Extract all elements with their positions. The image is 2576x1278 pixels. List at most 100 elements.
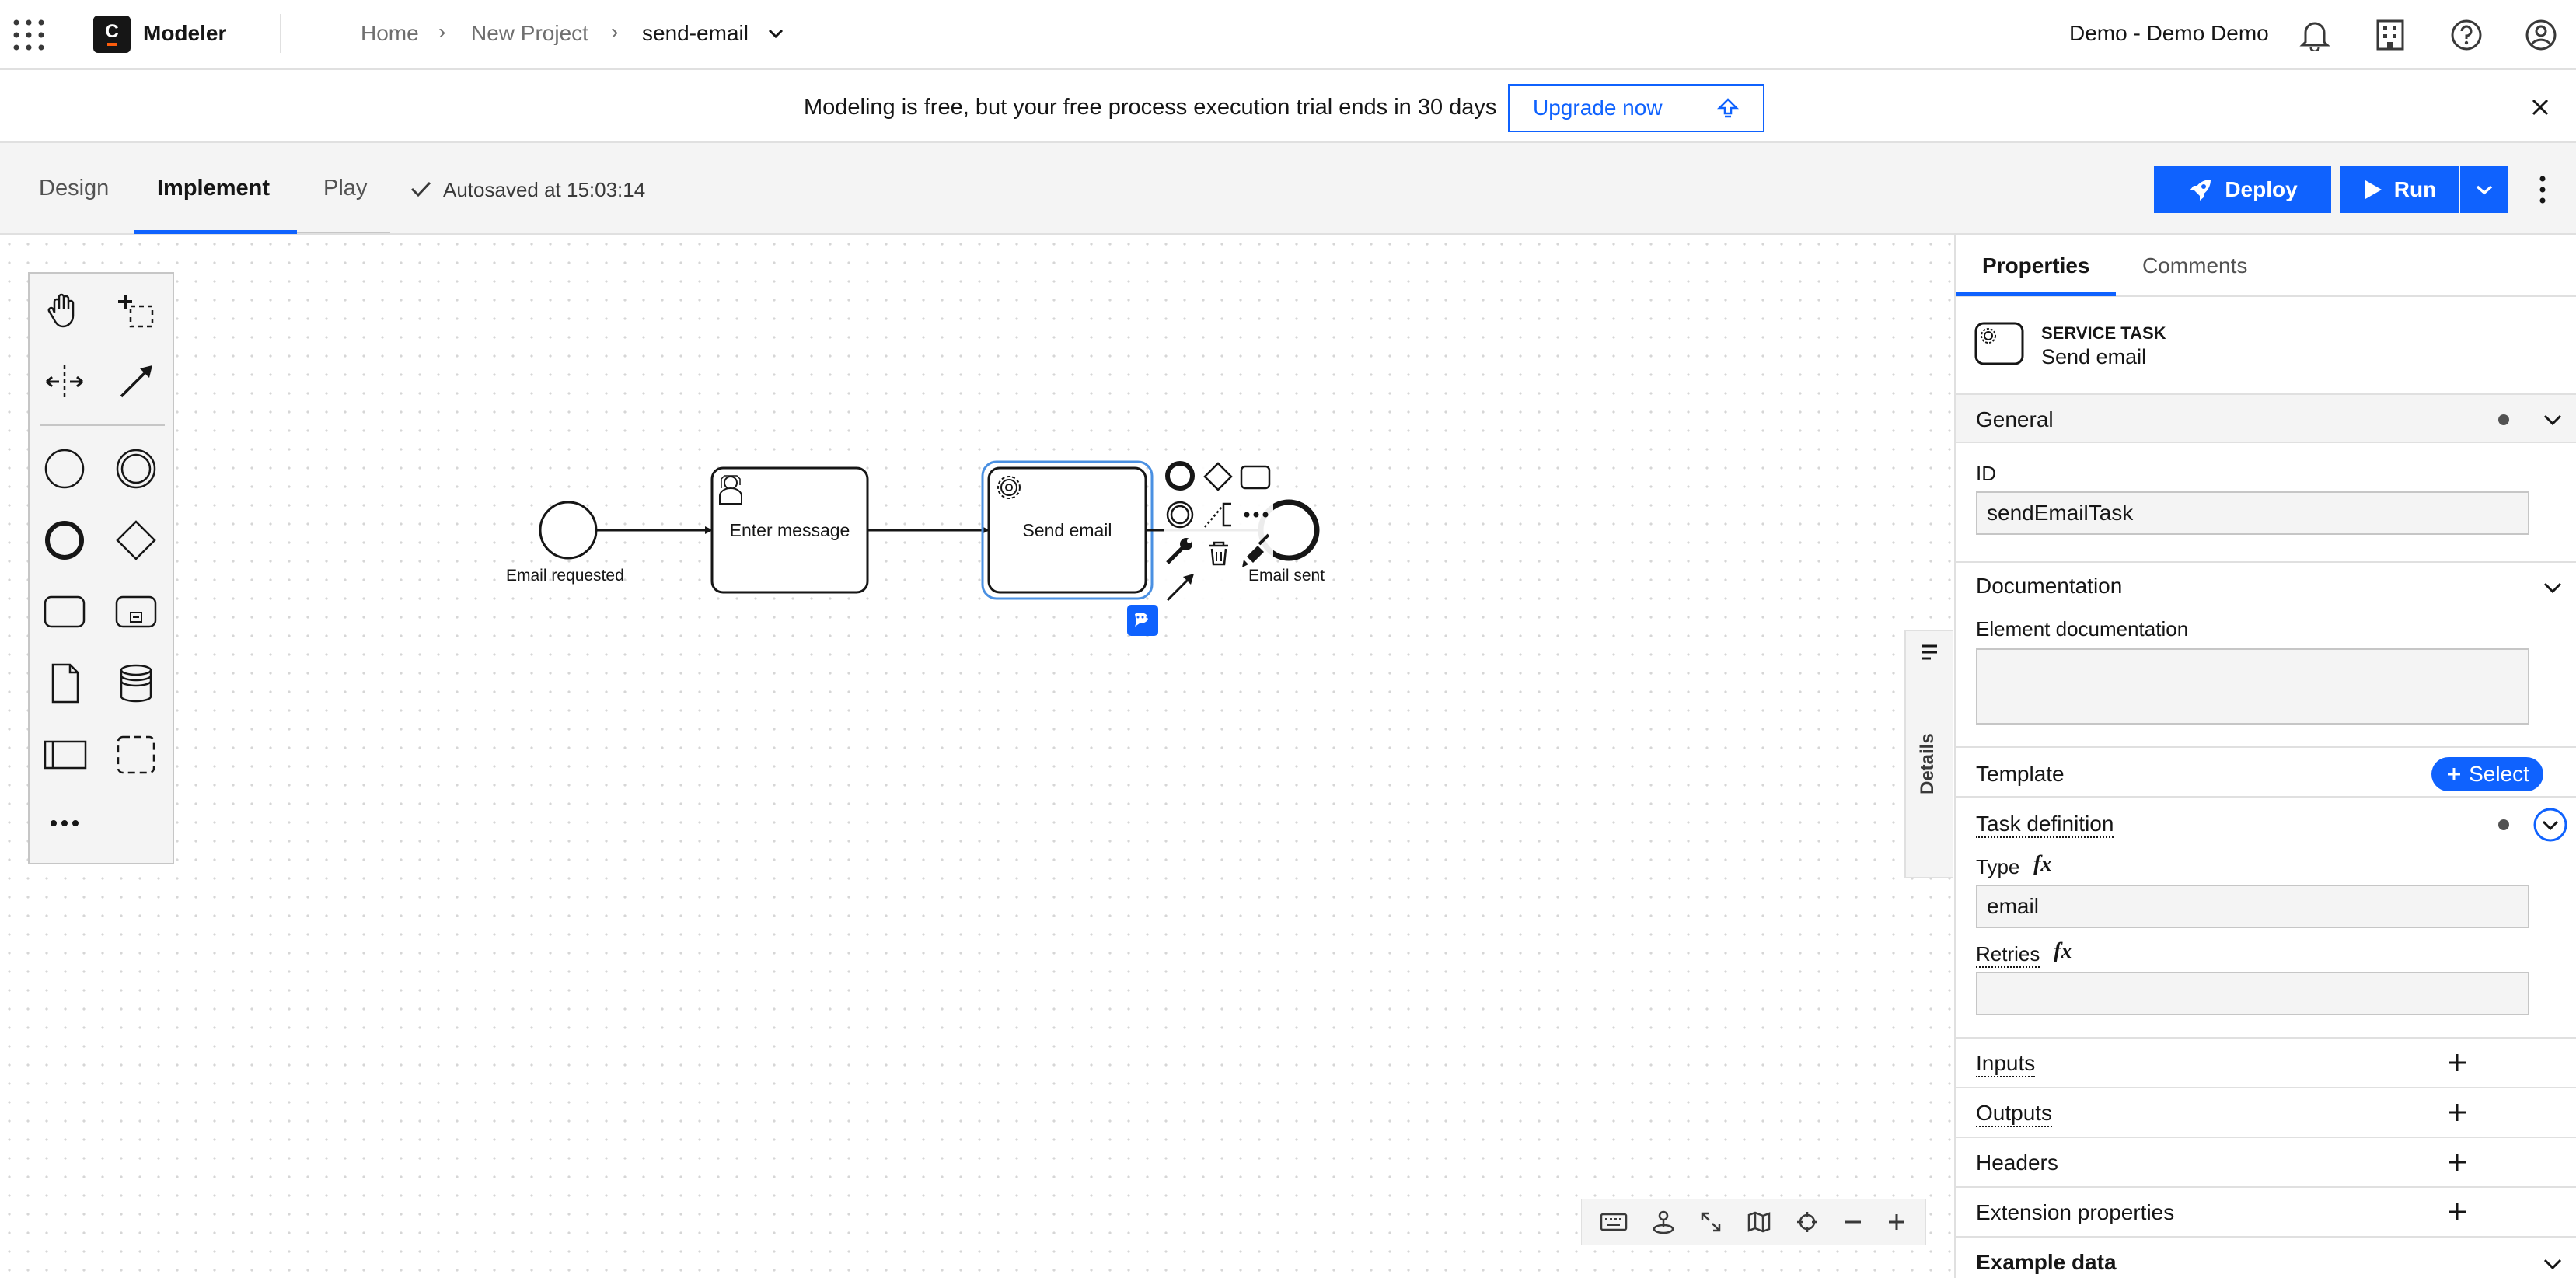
more-options-icon[interactable] (1244, 512, 1269, 518)
example-data-section[interactable]: Example data (1956, 1236, 2576, 1278)
breadcrumb-separator: › (611, 19, 619, 44)
outputs-section[interactable]: Outputs (1956, 1087, 2576, 1137)
general-header[interactable]: General (1956, 395, 2576, 443)
run-button[interactable]: Run (2340, 166, 2459, 213)
chevron-down-icon[interactable] (2543, 414, 2562, 426)
more-elements-icon[interactable] (44, 818, 86, 829)
close-banner-icon[interactable] (2531, 98, 2550, 117)
keyboard-icon[interactable] (1600, 1212, 1628, 1232)
run-label: Run (2393, 177, 2437, 201)
autosave-status: Autosaved at 15:03:14 (443, 178, 646, 201)
comment-badge-icon[interactable] (1127, 605, 1158, 636)
run-options-button[interactable] (2460, 166, 2508, 213)
type-fx-icon[interactable]: fx (2033, 852, 2051, 877)
add-icon[interactable] (2447, 1102, 2467, 1123)
element-name: Send email (2041, 345, 2147, 368)
end-event-label[interactable]: Email sent (1248, 567, 1325, 585)
organization-icon[interactable] (2375, 19, 2405, 51)
marker-icon[interactable] (1652, 1210, 1675, 1234)
documentation-field-label: Element documentation (1976, 617, 2189, 641)
app-logo-letter: C (105, 21, 119, 42)
panel-tabs: Properties Comments (1956, 235, 2576, 297)
tab-comments[interactable]: Comments (2142, 253, 2247, 278)
canvas-controls (1581, 1199, 1926, 1245)
inputs-section[interactable]: Inputs (1956, 1037, 2576, 1087)
retries-label: Retries (1976, 942, 2040, 968)
id-input[interactable]: sendEmailTask (1976, 491, 2529, 535)
add-icon[interactable] (2447, 1152, 2467, 1172)
center-icon[interactable] (1796, 1210, 1819, 1234)
notification-icon[interactable] (2299, 19, 2330, 51)
status-dot-icon (2498, 819, 2509, 830)
documentation-section: Documentation Element documentation (1956, 561, 2576, 748)
divider (280, 14, 281, 53)
breadcrumb-home[interactable]: Home (361, 21, 419, 46)
active-panel-tab-indicator (1956, 292, 2116, 296)
app-name: Modeler (143, 21, 227, 45)
checkmark-icon (409, 177, 432, 201)
chevron-down-icon[interactable] (768, 28, 784, 39)
template-title: Template (1976, 762, 2065, 786)
type-input[interactable]: email (1976, 885, 2529, 928)
documentation-textarea[interactable] (1976, 648, 2529, 725)
overflow-menu-icon[interactable] (2539, 174, 2546, 205)
user-name[interactable]: Demo - Demo Demo (2069, 21, 2269, 46)
chevron-down-icon[interactable] (2543, 1258, 2562, 1270)
breadcrumb-separator: › (438, 19, 446, 44)
app-switcher-icon[interactable] (12, 19, 45, 51)
select-template-button[interactable]: Select (2431, 757, 2543, 791)
details-side-tab[interactable]: Details (1904, 630, 1953, 878)
zoom-in-icon[interactable] (1887, 1212, 1907, 1232)
active-tab-indicator (134, 230, 297, 234)
start-event-label[interactable]: Email requested (506, 567, 624, 585)
status-dot-icon (2498, 414, 2509, 425)
tab-design[interactable]: Design (39, 176, 109, 201)
tab-implement[interactable]: Implement (157, 176, 270, 201)
upgrade-label: Upgrade now (1533, 96, 1663, 120)
group-icon[interactable] (115, 734, 157, 776)
upgrade-icon (1716, 96, 1740, 120)
template-section: Template Select (1956, 746, 2576, 798)
add-icon (2448, 768, 2461, 780)
start-event[interactable] (539, 501, 598, 560)
documentation-title[interactable]: Documentation (1976, 574, 2122, 599)
help-icon[interactable] (2450, 19, 2483, 51)
app-logo[interactable]: C (93, 16, 131, 53)
chevron-down-icon (2476, 185, 2493, 195)
general-title: General (1976, 407, 2054, 431)
add-icon[interactable] (2447, 1053, 2467, 1073)
pool-icon[interactable] (44, 734, 87, 776)
extension-properties-section[interactable]: Extension properties (1956, 1186, 2576, 1236)
zoom-out-icon[interactable] (1843, 1212, 1863, 1232)
mode-toolbar: Design Implement Play Autosaved at 15:03… (0, 143, 2576, 235)
headers-section[interactable]: Headers (1956, 1137, 2576, 1186)
minimap-icon[interactable] (1747, 1210, 1771, 1234)
upgrade-button[interactable]: Upgrade now (1508, 84, 1764, 132)
headers-title: Headers (1976, 1151, 2058, 1175)
extension-properties-title: Extension properties (1976, 1200, 2175, 1224)
details-menu-icon (1920, 644, 1939, 661)
retries-fx-icon[interactable]: fx (2054, 939, 2072, 964)
add-icon[interactable] (2447, 1202, 2467, 1222)
retries-input[interactable] (1976, 972, 2529, 1015)
tab-properties[interactable]: Properties (1982, 253, 2090, 278)
modeling-canvas[interactable]: Email requested Enter message Send email… (0, 235, 1953, 1278)
fullscreen-icon[interactable] (1699, 1210, 1723, 1234)
collapse-circle-icon[interactable] (2532, 807, 2568, 843)
breadcrumb-project[interactable]: New Project (471, 21, 588, 46)
bpmn-diagram (539, 460, 1320, 636)
user-avatar-icon[interactable] (2525, 19, 2557, 51)
breadcrumb-file[interactable]: send-email (642, 21, 749, 46)
chevron-down-icon[interactable] (2543, 581, 2562, 594)
type-label: Type (1976, 855, 2020, 878)
tab-play[interactable]: Play (323, 176, 367, 201)
deploy-label: Deploy (2225, 177, 2298, 201)
task-definition-title[interactable]: Task definition (1976, 812, 2114, 838)
top-bar: C Modeler Home › New Project › send-emai… (0, 0, 2576, 70)
deploy-button[interactable]: Deploy (2154, 166, 2331, 213)
tab-underline (297, 232, 390, 233)
banner-message: Modeling is free, but your free process … (804, 95, 1497, 120)
element-type: SERVICE TASK (2041, 323, 2166, 343)
details-tab-label: Details (1917, 733, 1938, 794)
trial-banner: Modeling is free, but your free process … (0, 70, 2576, 143)
